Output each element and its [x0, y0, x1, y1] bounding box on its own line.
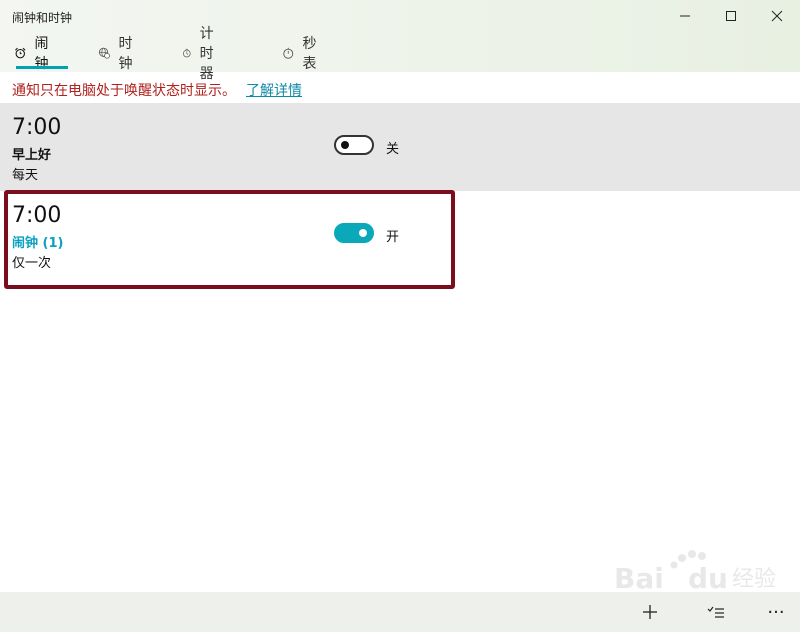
- toggle-knob: [341, 141, 349, 149]
- maximize-icon: [726, 11, 736, 21]
- alarm-toggle[interactable]: [334, 135, 374, 155]
- stopwatch-icon: [283, 47, 294, 59]
- tab-label: 秒表: [302, 36, 317, 72]
- tab-world-clock[interactable]: 时钟: [98, 36, 138, 72]
- svg-text:经验: 经验: [732, 567, 776, 592]
- select-alarms-button[interactable]: [698, 596, 734, 628]
- alarm-time: 7:00: [12, 203, 62, 228]
- add-alarm-button[interactable]: [632, 596, 668, 628]
- timer-icon: [182, 48, 191, 58]
- alarm-item[interactable]: 7:00 早上好 每天 关: [0, 103, 800, 191]
- alarm-repeat: 仅一次: [12, 256, 52, 271]
- alarm-toggle[interactable]: [334, 223, 374, 243]
- tab-timer[interactable]: 计时器: [182, 26, 222, 82]
- alarm-item[interactable]: 7:00 闹钟 (1) 仅一次 开: [0, 191, 800, 279]
- select-list-icon: [707, 606, 724, 618]
- world-clock-icon: [98, 47, 110, 59]
- alarm-name: 闹钟 (1): [12, 236, 64, 251]
- command-bar: ···: [0, 592, 800, 632]
- maximize-button[interactable]: [708, 0, 754, 32]
- tab-label: 时钟: [118, 36, 133, 72]
- window-title: 闹钟和时钟: [12, 11, 73, 25]
- tab-alarm[interactable]: 闹钟: [14, 36, 54, 72]
- alarm-toggle-label: 开: [386, 230, 400, 245]
- notification-notice: 通知只在电脑处于唤醒状态时显示。 了解详情: [12, 80, 302, 100]
- close-button[interactable]: [754, 0, 800, 32]
- more-options-button[interactable]: ···: [758, 596, 794, 628]
- tab-stopwatch[interactable]: 秒表: [282, 36, 322, 72]
- alarm-repeat: 每天: [12, 168, 39, 183]
- close-icon: [771, 10, 783, 22]
- toggle-knob: [359, 229, 367, 237]
- alarm-clock-icon: [15, 47, 26, 59]
- tab-label: 计时器: [199, 26, 214, 82]
- alarm-time: 7:00: [12, 115, 62, 140]
- notice-text: 通知只在电脑处于唤醒状态时显示。: [12, 83, 236, 99]
- alarm-toggle-label: 关: [386, 142, 400, 157]
- plus-icon: [643, 605, 657, 619]
- learn-more-link[interactable]: 了解详情: [246, 83, 302, 99]
- minimize-icon: [680, 15, 690, 17]
- app-chrome: 闹钟和时钟 闹钟 时钟 计时器 秒表: [0, 0, 800, 82]
- svg-text:Bai: Bai: [614, 562, 664, 595]
- selected-tab-indicator: [16, 66, 68, 69]
- minimize-button[interactable]: [662, 0, 708, 32]
- svg-text:du: du: [688, 562, 728, 595]
- alarm-name: 早上好: [12, 148, 52, 163]
